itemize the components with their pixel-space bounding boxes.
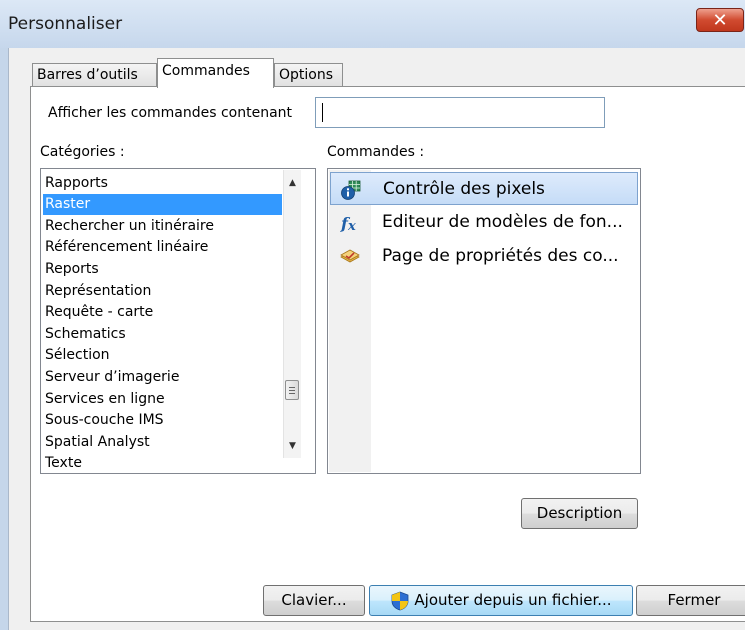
- command-label: Editeur de modèles de fon...: [382, 212, 623, 232]
- category-item[interactable]: Schematics: [43, 324, 282, 345]
- close-icon: ✕: [712, 10, 728, 31]
- customize-dialog: Personnaliser ✕ Barres d’outils Commande…: [0, 0, 745, 630]
- category-item[interactable]: Sélection: [43, 345, 282, 366]
- add-from-file-button[interactable]: Ajouter depuis un fichier...: [369, 585, 633, 616]
- close-button[interactable]: Fermer: [636, 585, 745, 616]
- categories-scrollbar[interactable]: ▲ ▼: [283, 170, 301, 458]
- grip-line: [289, 390, 295, 391]
- categories-listbox[interactable]: Rapports Raster Rechercher un itinéraire…: [40, 168, 316, 474]
- uac-shield-icon: [392, 591, 409, 610]
- description-button-label: Description: [536, 504, 623, 522]
- filter-label: Afficher les commandes contenant: [48, 105, 293, 121]
- add-from-file-button-label: Ajouter depuis un fichier...: [414, 591, 612, 609]
- pixel-inspector-icon: [341, 180, 361, 200]
- scroll-up-icon[interactable]: ▲: [287, 178, 298, 188]
- function-template-icon: f x: [340, 214, 356, 233]
- category-item[interactable]: Rechercher un itinéraire: [43, 216, 282, 237]
- description-button[interactable]: Description: [521, 498, 638, 529]
- keyboard-button[interactable]: Clavier...: [263, 585, 365, 616]
- tab-commands[interactable]: Commandes: [157, 58, 274, 88]
- category-item[interactable]: Requête - carte: [43, 302, 282, 323]
- window-title: Personnaliser: [8, 14, 123, 34]
- command-item[interactable]: Page de propriétés des co...: [330, 240, 638, 273]
- tab-commands-label: Commandes: [162, 63, 250, 79]
- category-item[interactable]: Services en ligne: [43, 389, 282, 410]
- text-caret: [322, 103, 323, 122]
- filter-input[interactable]: [315, 97, 605, 128]
- tab-toolbars[interactable]: Barres d’outils: [32, 63, 157, 86]
- grip-line: [289, 393, 295, 394]
- command-item-selected[interactable]: Contrôle des pixels: [330, 172, 638, 205]
- commands-listbox[interactable]: Contrôle des pixels f x Editeur de modèl…: [327, 168, 641, 474]
- close-window-button[interactable]: ✕: [696, 8, 744, 32]
- tab-toolbars-label: Barres d’outils: [37, 67, 138, 83]
- command-label: Contrôle des pixels: [383, 179, 545, 199]
- tab-options[interactable]: Options: [274, 63, 343, 86]
- category-item-selected[interactable]: Raster: [43, 194, 282, 215]
- category-item[interactable]: Reports: [43, 259, 282, 280]
- category-item[interactable]: Texte: [43, 453, 282, 473]
- category-item[interactable]: Spatial Analyst: [43, 432, 282, 453]
- keyboard-button-label: Clavier...: [281, 591, 347, 609]
- category-item[interactable]: Serveur d’imagerie: [43, 367, 282, 388]
- grip-line: [289, 387, 295, 388]
- category-item[interactable]: Rapports: [43, 173, 282, 194]
- layer-properties-icon: [340, 249, 360, 263]
- category-item[interactable]: Sous-couche IMS: [43, 410, 282, 431]
- category-item[interactable]: Représentation: [43, 281, 282, 302]
- command-label: Page de propriétés des co...: [382, 246, 619, 266]
- categories-label: Catégories :: [40, 144, 125, 160]
- svg-text:x: x: [347, 219, 356, 233]
- close-button-label: Fermer: [667, 591, 721, 609]
- commands-label: Commandes :: [327, 144, 425, 160]
- command-item[interactable]: f x Editeur de modèles de fon...: [330, 206, 638, 239]
- scrollbar-thumb[interactable]: [285, 380, 299, 400]
- title-bar[interactable]: Personnaliser ✕: [0, 0, 745, 48]
- dialog-body: Barres d’outils Commandes Options Affich…: [8, 48, 745, 630]
- tab-options-label: Options: [279, 67, 334, 83]
- category-item[interactable]: Référencement linéaire: [43, 237, 282, 258]
- scroll-down-icon[interactable]: ▼: [287, 441, 298, 451]
